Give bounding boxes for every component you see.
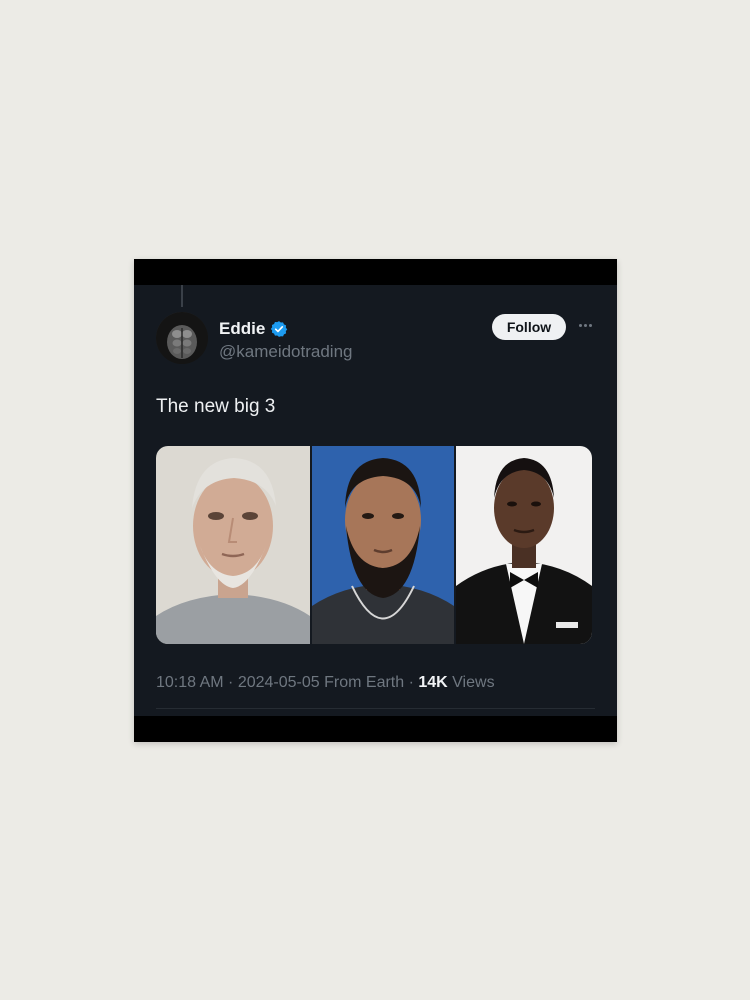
- tweet-date[interactable]: 2024-05-05: [238, 674, 320, 691]
- avatar[interactable]: [156, 312, 208, 364]
- dot: [588, 323, 592, 327]
- tweet-text: The new big 3: [156, 396, 276, 417]
- meta-separator: ·: [223, 674, 238, 691]
- media-photo-2[interactable]: [312, 446, 454, 644]
- thread-line: [181, 285, 183, 307]
- author-name-row: Eddie: [219, 319, 288, 339]
- views-count: 14K: [418, 674, 448, 691]
- media-photo-1[interactable]: [156, 446, 310, 644]
- tweet-time[interactable]: 10:18 AM: [156, 674, 224, 691]
- photo-print: Eddie @kameidotrading Follow The new big…: [134, 259, 617, 742]
- media-photo-3[interactable]: [456, 446, 592, 644]
- follow-button[interactable]: Follow: [492, 314, 566, 340]
- verified-badge-icon: [271, 321, 288, 337]
- views-label: Views: [452, 674, 495, 691]
- divider: [156, 708, 595, 709]
- tweet-meta: 10:18 AM · 2024-05-05 From Earth · 14K V…: [156, 674, 495, 692]
- portrait-bearded-man: [312, 446, 454, 644]
- tweet-media[interactable]: [156, 446, 592, 644]
- author-name[interactable]: Eddie: [219, 319, 265, 339]
- tweet-location: From Earth: [324, 674, 405, 691]
- tweet-card: Eddie @kameidotrading Follow The new big…: [134, 285, 617, 716]
- portrait-older-man: [156, 446, 310, 644]
- meta-separator: ·: [404, 674, 419, 691]
- portrait-man-in-tuxedo: [456, 446, 592, 644]
- dot: [578, 323, 582, 327]
- more-dots-icon[interactable]: [576, 316, 594, 334]
- avatar-image: [156, 312, 208, 364]
- dot: [583, 323, 587, 327]
- author-handle[interactable]: @kameidotrading: [219, 342, 353, 362]
